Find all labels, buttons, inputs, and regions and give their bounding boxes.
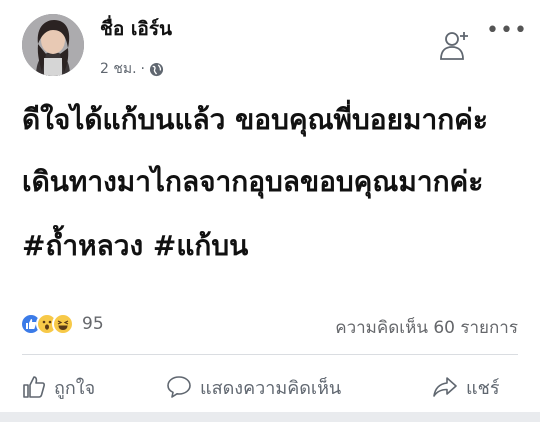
feed-separator [0, 412, 540, 422]
post-meta: 2 ชม. · [100, 58, 164, 80]
divider [22, 354, 518, 355]
add-friend-icon[interactable] [438, 28, 472, 62]
facebook-post: ชื่อ เอิร์น 2 ชม. · ••• ดีใจได้แก้บนแล้ว… [0, 0, 540, 422]
reaction-summary[interactable]: 95 [20, 313, 104, 335]
globe-icon[interactable] [149, 62, 164, 77]
post-hashtags[interactable]: #ถ้ำหลวง #แก้บน [22, 232, 248, 260]
more-options-icon[interactable]: ••• [486, 20, 528, 42]
meta-separator: · [140, 61, 145, 77]
like-label: ถูกใจ [54, 377, 96, 399]
comment-count[interactable]: ความคิดเห็น 60 รายการ [335, 314, 518, 341]
comment-label: แสดงความคิดเห็น [200, 377, 342, 399]
post-text-line: ดีใจได้แก้บนแล้ว ขอบคุณพี่บอยมากค่ะ [22, 103, 488, 136]
haha-icon [52, 313, 74, 335]
avatar[interactable] [22, 14, 84, 76]
comment-icon [167, 376, 191, 398]
timestamp[interactable]: 2 ชม. [100, 58, 137, 80]
share-label: แชร์ [466, 377, 500, 399]
like-button[interactable]: ถูกใจ [22, 370, 95, 404]
share-button[interactable]: แชร์ [432, 370, 500, 404]
profile-photo [22, 14, 84, 76]
comment-button[interactable]: แสดงความคิดเห็น [166, 370, 341, 404]
action-bar: ถูกใจ แสดงความคิดเห็น แชร์ [0, 370, 540, 410]
share-icon [433, 377, 457, 397]
author-name[interactable]: ชื่อ เอิร์น [100, 14, 172, 44]
thumbs-up-icon [23, 376, 45, 398]
reaction-count: 95 [82, 314, 104, 334]
post-text-line: เดินทางมาไกลจากอุบลขอบคุณมากค่ะ [22, 165, 484, 198]
